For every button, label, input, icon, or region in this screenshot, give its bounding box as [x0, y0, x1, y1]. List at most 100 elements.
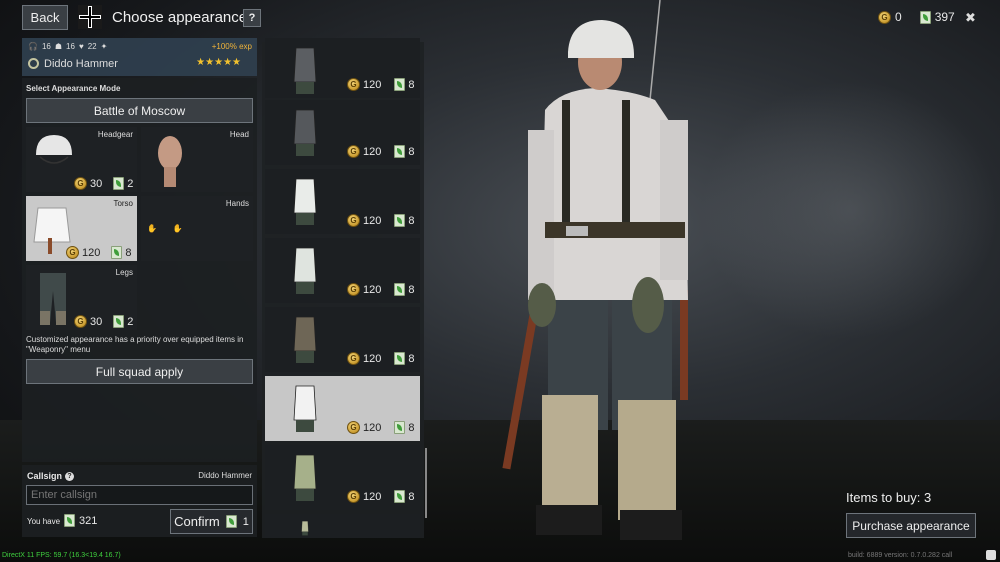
appearance-panel: Select Appearance Mode Battle of Moscow …	[22, 78, 257, 462]
uniform-icon	[293, 385, 317, 432]
appearance-item[interactable]	[265, 514, 420, 538]
soldier-stars: ★★★★★	[196, 57, 241, 68]
callsign-help-icon[interactable]: ?	[65, 471, 75, 481]
item-price: G 120 8	[347, 283, 414, 296]
soldier-name: Diddo Hammer	[44, 58, 118, 70]
gold-coin-icon: G	[74, 177, 87, 190]
callsign-label-text: Callsign	[27, 471, 63, 481]
gold-cost: 120	[363, 78, 382, 91]
gold-coin-icon: G	[347, 78, 360, 91]
slot-legs[interactable]: Legs G 30 2	[26, 265, 137, 330]
gold-cost: 30	[90, 177, 103, 190]
ticket-icon	[394, 352, 406, 365]
gold-cost: 120	[363, 421, 382, 434]
uniform-icon	[293, 454, 317, 501]
ticket-icon	[111, 246, 123, 259]
stat-2: 16	[66, 42, 75, 51]
appearance-item[interactable]: G 120 8	[265, 100, 420, 165]
mode-section-label: Select Appearance Mode	[26, 84, 121, 93]
slot-hands[interactable]: Hands ✋ ✋	[141, 196, 253, 261]
appearance-item[interactable]: G 120 8	[265, 376, 420, 441]
item-price: G 120 8	[347, 421, 414, 434]
build-readout: build: 6889 version: 0.7.0.282 call	[848, 552, 953, 559]
ticket-icon	[64, 514, 75, 527]
ticket-icon	[919, 10, 931, 24]
slot-headgear[interactable]: Headgear G 30 2	[26, 127, 137, 192]
gold-coin-icon: G	[347, 352, 360, 365]
soldier-stats: 🎧 16 ☗ 16 ♥ 22 ✦	[28, 42, 107, 51]
appearance-item[interactable]: G 120 8	[265, 445, 420, 510]
ticket-amount: 397	[934, 10, 955, 24]
ticket-cost: 2	[127, 177, 134, 190]
appearance-item[interactable]: G 120 8	[265, 307, 420, 372]
slot-price: G 120 8	[66, 246, 131, 259]
gold-cost: 120	[363, 490, 382, 503]
iron-cross-icon	[78, 5, 102, 29]
ticket-icon	[394, 421, 406, 434]
purchase-appearance-button[interactable]: Purchase appearance	[846, 513, 976, 538]
ticket-cost: 8	[408, 214, 415, 227]
gold-coin-icon: G	[347, 283, 360, 296]
ticket-cost: 8	[408, 283, 415, 296]
priority-note: Customized appearance has a priority ove…	[26, 335, 244, 354]
fps-readout: DirectX 11 FPS: 59.7 (16.3<19.4 16.7)	[2, 552, 121, 559]
gold-coin-icon: G	[878, 10, 891, 24]
slot-head[interactable]: Head	[141, 127, 253, 192]
confirm-label: Confirm	[174, 514, 220, 529]
appearance-item[interactable]: G 120 8	[265, 38, 420, 98]
slot-price: G 30 2	[74, 315, 133, 328]
item-list-scrollbar[interactable]	[425, 448, 427, 518]
slot-label: Hands	[225, 199, 249, 208]
boot-icon: ☗	[54, 42, 63, 51]
slot-label: Torso	[113, 199, 133, 208]
stat-3: 22	[87, 42, 97, 51]
ticket-icon	[394, 283, 406, 296]
head-face-icon	[158, 136, 182, 187]
ticket-cost: 8	[408, 352, 415, 365]
slot-label: Head	[229, 130, 249, 139]
gold-coin-icon: G	[347, 214, 360, 227]
slot-torso[interactable]: Torso G 120 8	[26, 196, 137, 261]
ticket-cost: 8	[125, 246, 132, 259]
uniform-icon	[293, 316, 317, 363]
exp-bonus: +100% exp	[211, 42, 252, 51]
appearance-item[interactable]: G 120 8	[265, 169, 420, 234]
ticket-icon	[113, 315, 125, 328]
items-to-buy: Items to buy: 3	[846, 490, 932, 505]
heart-icon: ♥	[78, 42, 84, 51]
full-squad-apply-button[interactable]: Full squad apply	[26, 359, 253, 384]
gold-coin-icon: G	[347, 145, 360, 158]
trousers-icon	[40, 273, 66, 325]
stat-1: 16	[41, 42, 51, 51]
you-have-label: You have	[27, 517, 61, 526]
gold-amount: 0	[895, 10, 902, 24]
gold-cost: 30	[90, 315, 103, 328]
item-price: G 120 8	[347, 214, 414, 227]
gold-cost: 120	[363, 283, 382, 296]
item-price: G 120 8	[347, 490, 414, 503]
gold-cost: 120	[363, 145, 382, 158]
confirm-callsign-button[interactable]: Confirm 1	[170, 509, 253, 534]
gold-coin-icon: G	[347, 490, 360, 503]
ticket-cost: 8	[408, 78, 415, 91]
callsign-panel: Callsign ? Diddo Hammer You have 321 Con…	[22, 465, 257, 537]
soldier-model	[502, 0, 688, 540]
you-have-value: 321	[79, 514, 98, 527]
callsign-input[interactable]	[26, 485, 253, 505]
appearance-mode-select[interactable]: Battle of Moscow	[26, 98, 253, 123]
back-button[interactable]: Back	[22, 5, 68, 30]
callsign-current-name: Diddo Hammer	[198, 471, 252, 480]
appearance-item[interactable]: G 120 8	[265, 238, 420, 303]
close-button[interactable]: ✖	[965, 10, 976, 26]
uniform-icon	[293, 47, 317, 94]
ticket-icon	[394, 145, 406, 158]
ticket-cost: 8	[408, 421, 415, 434]
slot-label: Legs	[115, 268, 133, 277]
uniform-icon	[293, 247, 317, 294]
ticket-icon	[113, 177, 125, 190]
help-button[interactable]: ?	[243, 9, 261, 27]
page-title: Choose appearance	[112, 9, 248, 26]
ticket-icon	[394, 78, 406, 91]
item-price: G 120 8	[347, 145, 414, 158]
ticket-cost: 8	[408, 145, 415, 158]
